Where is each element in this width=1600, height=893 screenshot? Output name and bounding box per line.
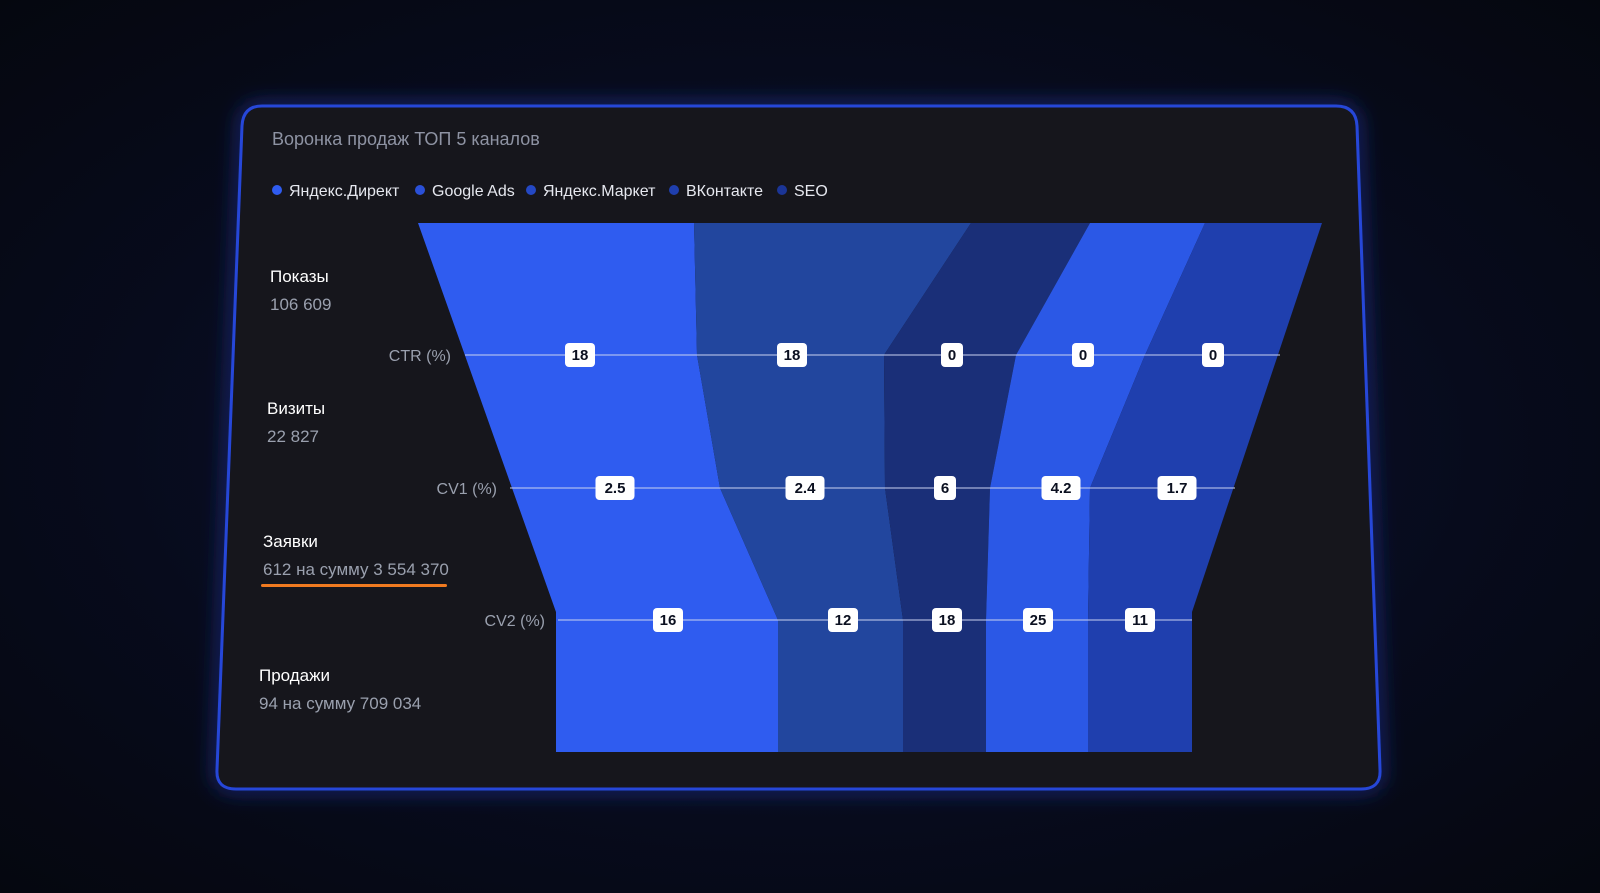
metric-label-ctr: CTR (%) bbox=[389, 348, 451, 365]
badge-value-cv1-3: 6 bbox=[941, 480, 949, 497]
stage-value-sales: 94 на сумму 709 034 bbox=[259, 694, 421, 713]
legend-dot-3 bbox=[526, 185, 536, 195]
badge-value-cv2-1: 16 bbox=[660, 612, 677, 629]
badge-value-ctr-1: 18 bbox=[572, 347, 589, 364]
funnel-card-svg: Воронка продаж ТОП 5 каналов Яндекс.Дире… bbox=[215, 104, 1382, 791]
legend-label-4: ВКонтакте bbox=[686, 183, 763, 200]
badge-value-cv2-4: 25 bbox=[1030, 612, 1047, 629]
stage-name-visits: Визиты bbox=[267, 399, 325, 418]
legend-label-3: Яндекс.Маркет bbox=[543, 183, 656, 200]
metric-label-cv1: CV1 (%) bbox=[437, 481, 497, 498]
badge-value-ctr-4: 0 bbox=[1079, 347, 1087, 364]
stage-value-impressions: 106 609 bbox=[270, 295, 331, 314]
badge-value-cv1-4: 4.2 bbox=[1051, 480, 1072, 497]
badge-value-ctr-5: 0 bbox=[1209, 347, 1217, 364]
legend-dot-2 bbox=[415, 185, 425, 195]
legend-dot-1 bbox=[272, 185, 282, 195]
legend-label-5: SEO bbox=[794, 183, 828, 200]
badge-value-cv1-5: 1.7 bbox=[1167, 480, 1188, 497]
legend-label-2: Google Ads bbox=[432, 183, 515, 200]
metric-label-cv2: CV2 (%) bbox=[485, 613, 545, 630]
badge-value-ctr-2: 18 bbox=[784, 347, 801, 364]
stage-value-visits: 22 827 bbox=[267, 427, 319, 446]
stage-name-leads: Заявки bbox=[263, 532, 318, 551]
stage-value-leads: 612 на сумму 3 554 370 bbox=[263, 560, 449, 579]
badge-value-cv2-5: 11 bbox=[1132, 612, 1148, 629]
badge-value-cv1-2: 2.4 bbox=[795, 480, 817, 497]
legend-dot-5 bbox=[777, 185, 787, 195]
badge-value-cv1-1: 2.5 bbox=[605, 480, 626, 497]
legend-dot-4 bbox=[669, 185, 679, 195]
badge-value-cv2-3: 18 bbox=[939, 612, 956, 629]
badge-value-ctr-3: 0 bbox=[948, 347, 956, 364]
stage-name-sales: Продажи bbox=[259, 666, 330, 685]
stage-name-impressions: Показы bbox=[270, 267, 329, 286]
legend-label-1: Яндекс.Директ bbox=[289, 183, 400, 200]
badge-value-cv2-2: 12 bbox=[835, 612, 852, 629]
legend: Яндекс.Директ Google Ads Яндекс.Маркет В… bbox=[272, 183, 828, 200]
stage-highlight-underline bbox=[261, 584, 447, 587]
chart-title: Воронка продаж ТОП 5 каналов bbox=[272, 129, 540, 149]
